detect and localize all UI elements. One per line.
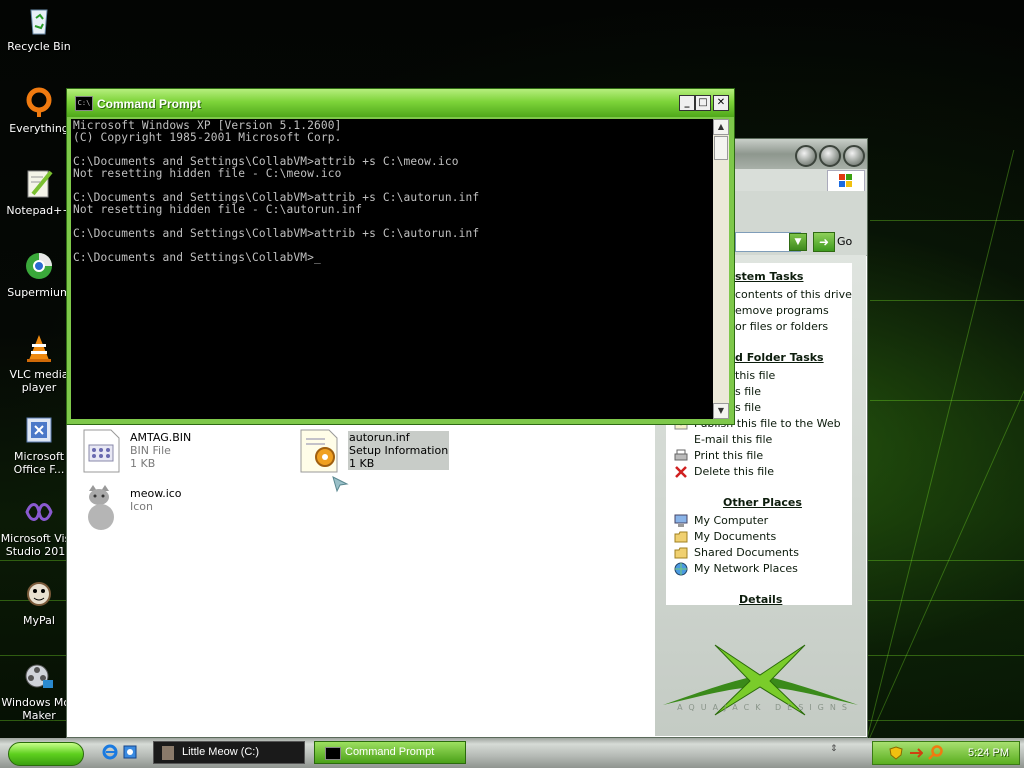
scroll-thumb[interactable] bbox=[714, 136, 728, 160]
clock[interactable]: 5:24 PM bbox=[968, 747, 1009, 759]
system-tasks-heading[interactable]: stem Tasks bbox=[735, 270, 803, 283]
scroll-up-arrow-icon[interactable]: ▲ bbox=[713, 119, 729, 135]
desktop-icon-label: Supermium bbox=[7, 286, 71, 299]
delete-x-icon bbox=[674, 465, 688, 479]
maximize-button[interactable] bbox=[819, 145, 841, 167]
folder-icon bbox=[162, 746, 174, 760]
search-magnifier-icon[interactable] bbox=[927, 745, 943, 761]
grid-line bbox=[866, 150, 1015, 738]
folder-icon bbox=[674, 546, 688, 560]
taskbar-task-explorer[interactable]: Little Meow (C:) bbox=[153, 741, 305, 764]
desktop-icon-label: Recycle Bin bbox=[7, 40, 71, 53]
place-my-network-places[interactable]: My Network Places bbox=[694, 562, 798, 575]
task-rename-file[interactable]: this file bbox=[735, 369, 775, 382]
console-line: Not resetting hidden file - C:\meow.ico bbox=[73, 167, 342, 180]
aquajack-logo-icon: AQUAJACK DESIGNS bbox=[655, 635, 866, 735]
mouse-cursor-icon bbox=[331, 475, 349, 496]
cmd-app-icon: C:\ bbox=[75, 96, 93, 111]
system-tray: 5:24 PM bbox=[872, 741, 1020, 765]
address-dropdown-button[interactable]: ▼ bbox=[789, 233, 807, 251]
close-button[interactable] bbox=[843, 145, 865, 167]
quicklaunch-icon[interactable] bbox=[122, 744, 138, 760]
ie-quicklaunch-icon[interactable] bbox=[102, 744, 118, 760]
everything-search-icon bbox=[23, 86, 55, 118]
other-places-heading[interactable]: Other Places bbox=[723, 496, 802, 509]
my-computer-icon bbox=[674, 514, 688, 528]
console-line: (C) Copyright 1985-2001 Microsoft Corp. bbox=[73, 131, 342, 144]
console-prompt-line: C:\Documents and Settings\CollabVM>_ bbox=[73, 251, 321, 264]
command-prompt-window[interactable]: C:\ Command Prompt _ □ ✕ Microsoft Windo… bbox=[66, 88, 735, 425]
cmd-maximize-button[interactable]: □ bbox=[695, 95, 711, 111]
file-folder-tasks-heading[interactable]: d Folder Tasks bbox=[735, 351, 824, 364]
console-output[interactable]: Microsoft Windows XP [Version 5.1.2600] … bbox=[71, 119, 713, 419]
notepadpp-icon bbox=[23, 168, 55, 200]
task-print-file[interactable]: Print this file bbox=[694, 449, 763, 462]
watermark-text: AQUAJACK DESIGNS bbox=[677, 703, 853, 712]
file-name: AMTAG.BIN bbox=[130, 431, 192, 444]
network-places-icon bbox=[674, 562, 688, 576]
windows-logo-icon bbox=[827, 170, 865, 192]
file-name: autorun.inf bbox=[349, 431, 410, 444]
file-type: Icon bbox=[130, 500, 153, 513]
task-copy-file[interactable]: s file bbox=[735, 401, 761, 414]
desktop-icon-label: Everything bbox=[9, 122, 69, 135]
security-shield-icon[interactable] bbox=[889, 746, 903, 760]
place-shared-documents[interactable]: Shared Documents bbox=[694, 546, 799, 559]
file-type: Setup Information bbox=[349, 444, 449, 457]
desktop-icon-label: Microsoft Office F... bbox=[13, 450, 65, 476]
desktop-icon-label: MyPal bbox=[23, 614, 55, 627]
cmd-titlebar[interactable]: C:\ Command Prompt _ □ ✕ bbox=[67, 89, 734, 117]
task-view-drive-contents[interactable]: contents of this drive bbox=[735, 288, 852, 301]
taskbar-task-label: Command Prompt bbox=[345, 746, 435, 758]
go-arrow-icon[interactable]: ➜ bbox=[813, 232, 835, 252]
task-move-file[interactable]: s file bbox=[735, 385, 761, 398]
task-email-file[interactable]: E-mail this file bbox=[694, 433, 772, 446]
grid-line bbox=[870, 220, 1024, 221]
recycle-bin-icon bbox=[23, 4, 55, 36]
setup-info-gear-icon bbox=[297, 429, 341, 473]
supermium-browser-icon bbox=[23, 250, 55, 282]
file-size: 1 KB bbox=[349, 457, 375, 470]
place-my-computer[interactable]: My Computer bbox=[694, 514, 768, 527]
grid-line bbox=[870, 300, 1024, 301]
cat-icon bbox=[81, 483, 121, 531]
taskbar-task-label: Little Meow (C:) bbox=[182, 746, 260, 758]
file-size: 1 KB bbox=[130, 457, 156, 470]
start-button[interactable] bbox=[8, 742, 84, 766]
printer-icon bbox=[674, 449, 688, 463]
movie-maker-icon bbox=[23, 660, 55, 692]
file-type: BIN File bbox=[130, 444, 171, 457]
tray-expand-icon[interactable]: ⇕ bbox=[830, 744, 838, 754]
tray-arrow-icon[interactable] bbox=[909, 747, 924, 759]
cmd-minimize-button[interactable]: _ bbox=[679, 95, 695, 111]
mypal-icon bbox=[23, 578, 55, 610]
place-my-documents[interactable]: My Documents bbox=[694, 530, 776, 543]
task-search-files[interactable]: or files or folders bbox=[735, 320, 828, 333]
grid-line bbox=[869, 150, 1024, 738]
console-line: C:\Documents and Settings\CollabVM>attri… bbox=[73, 227, 480, 240]
file-name: meow.ico bbox=[130, 487, 182, 500]
grid-line bbox=[870, 400, 1024, 401]
task-delete-file[interactable]: Delete this file bbox=[694, 465, 774, 478]
vlc-cone-icon bbox=[23, 332, 55, 364]
office-icon bbox=[23, 414, 55, 446]
task-remove-programs[interactable]: emove programs bbox=[735, 304, 829, 317]
bin-file-icon bbox=[81, 429, 121, 473]
visual-studio-icon bbox=[23, 496, 55, 528]
minimize-button[interactable] bbox=[795, 145, 817, 167]
desktop-icon-recycle-bin[interactable]: Recycle Bin bbox=[0, 4, 78, 53]
console-scrollbar[interactable]: ▲ ▼ bbox=[713, 119, 729, 419]
console-line: Not resetting hidden file - C:\autorun.i… bbox=[73, 203, 363, 216]
desktop-icon-label: Notepad++ bbox=[6, 204, 72, 217]
taskbar: Little Meow (C:) Command Prompt ⇕ 5:24 P… bbox=[0, 738, 1024, 768]
taskbar-task-cmd[interactable]: Command Prompt bbox=[314, 741, 466, 764]
desktop-icon-label: VLC media player bbox=[9, 368, 69, 394]
cmd-close-button[interactable]: ✕ bbox=[713, 95, 729, 111]
scroll-down-arrow-icon[interactable]: ▼ bbox=[713, 403, 729, 419]
cmd-window-title: Command Prompt bbox=[97, 97, 202, 111]
folder-icon bbox=[674, 530, 688, 544]
details-heading[interactable]: Details bbox=[739, 593, 782, 606]
go-button-label[interactable]: Go bbox=[837, 235, 852, 248]
cmd-app-icon bbox=[325, 747, 341, 760]
